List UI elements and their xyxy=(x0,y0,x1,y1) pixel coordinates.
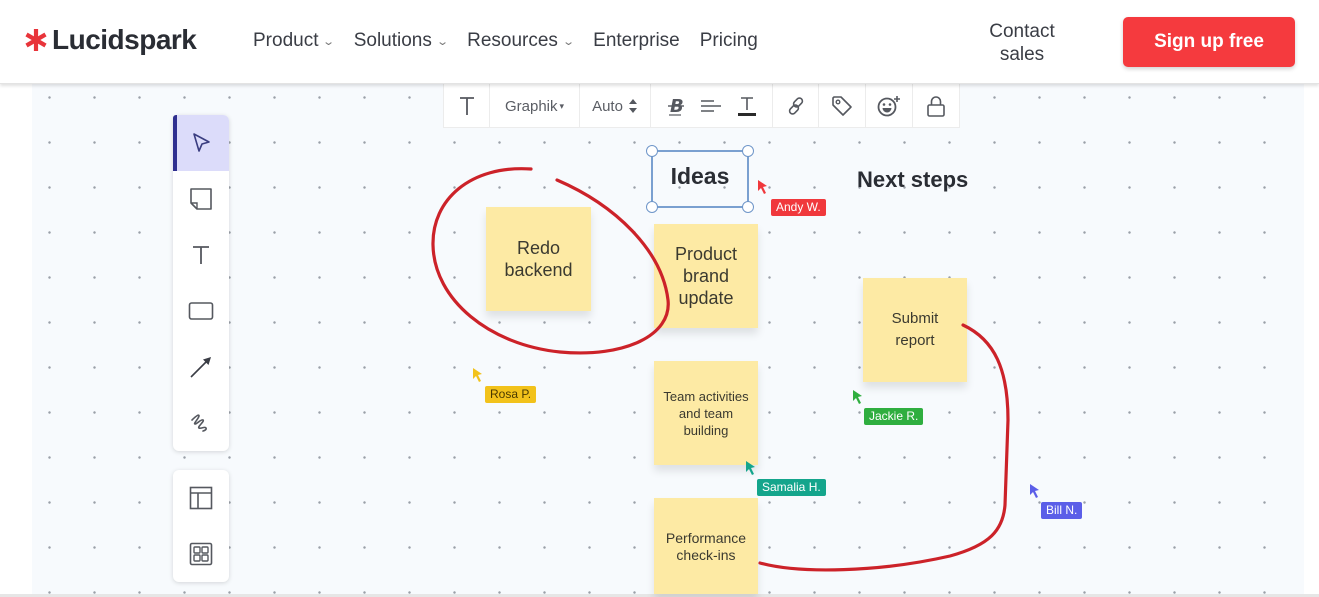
contact-sales-link[interactable]: Contact sales xyxy=(972,20,1072,66)
template-icon xyxy=(189,486,213,510)
chevron-down-icon: ⌄ xyxy=(322,35,336,48)
sticky-note-tool[interactable] xyxy=(173,171,229,227)
main-nav: Product ⌄ Solutions ⌄ Resources ⌄ Enterp… xyxy=(253,30,778,52)
sticky-note[interactable]: Redo backend xyxy=(486,207,591,311)
nav-enterprise[interactable]: Enterprise xyxy=(593,30,680,52)
lock-icon xyxy=(927,96,945,117)
sticky-line: Redo xyxy=(516,238,561,258)
text-icon xyxy=(193,246,209,264)
sticky-line: update xyxy=(678,288,734,308)
link-button[interactable] xyxy=(773,84,819,128)
text-format-group: B xyxy=(651,84,773,128)
lock-button[interactable] xyxy=(913,84,959,128)
format-toolbar: Graphik ▾ Auto B xyxy=(443,84,960,128)
sticky-line: Product xyxy=(674,244,738,264)
text-tool[interactable] xyxy=(173,227,229,283)
nav-pricing[interactable]: Pricing xyxy=(700,30,758,52)
nav-enterprise-label: Enterprise xyxy=(593,30,680,51)
font-dropdown[interactable]: Graphik ▾ xyxy=(490,84,580,128)
contact-sales-line2: sales xyxy=(999,44,1045,65)
link-icon xyxy=(788,97,803,115)
draw-tool[interactable] xyxy=(173,395,229,451)
reaction-button[interactable] xyxy=(866,84,913,128)
nav-resources[interactable]: Resources ⌄ xyxy=(467,30,575,52)
nav-resources-label: Resources xyxy=(467,30,558,51)
asterisk-logo-icon xyxy=(25,29,47,51)
sticky-note[interactable]: Team activities and team building xyxy=(654,361,758,465)
sticky-line: backend xyxy=(504,260,573,280)
emoji-add-icon xyxy=(877,96,900,117)
sticky-note[interactable]: Product brand update xyxy=(654,224,758,328)
resize-handle-top-right[interactable] xyxy=(742,145,754,157)
cursor-arrow-icon xyxy=(758,180,767,194)
text-color-icon[interactable] xyxy=(737,95,757,117)
collaborator-label: Samalia H. xyxy=(757,479,826,496)
sticky-line: Performance xyxy=(665,530,747,546)
tool-panel xyxy=(173,115,229,451)
shape-tool[interactable] xyxy=(173,283,229,339)
sign-up-free-button[interactable]: Sign up free xyxy=(1123,17,1295,67)
collaborator-label: Jackie R. xyxy=(864,408,924,425)
next-steps-heading[interactable]: Next steps xyxy=(857,167,968,193)
stepper-arrows-icon xyxy=(628,99,637,113)
align-icon[interactable] xyxy=(700,98,722,114)
sticky-note-icon xyxy=(190,188,212,210)
frames-tool[interactable] xyxy=(173,526,229,582)
select-tool[interactable] xyxy=(173,115,229,171)
grid-icon xyxy=(189,542,213,566)
text-style-button[interactable] xyxy=(444,84,490,128)
font-name: Graphik xyxy=(504,97,558,115)
arrow-icon xyxy=(190,357,211,378)
sticky-line: and team xyxy=(678,405,734,421)
collaborator-label: Andy W. xyxy=(771,199,826,216)
sticky-note[interactable]: Performance check-ins xyxy=(654,498,758,594)
nav-pricing-label: Pricing xyxy=(699,30,758,51)
brand-logo[interactable]: Lucidspark xyxy=(24,22,197,58)
font-size-value: Auto xyxy=(592,97,623,115)
tag-button[interactable] xyxy=(819,84,866,128)
caret-down-icon: ▾ xyxy=(559,100,565,111)
cursor-arrow-icon xyxy=(1030,484,1039,498)
brand-name: Lucidspark xyxy=(52,24,197,55)
sticky-line: Submit xyxy=(891,310,939,327)
nav-product[interactable]: Product ⌄ xyxy=(253,30,336,52)
contact-sales-line1: Contact xyxy=(989,21,1055,42)
collaborator-label: Rosa P. xyxy=(485,386,537,403)
collaborator-label: Bill N. xyxy=(1041,502,1083,519)
sticky-line: building xyxy=(683,422,729,438)
cursor-arrow-icon xyxy=(853,390,862,404)
ideas-heading[interactable]: Ideas xyxy=(651,163,749,190)
chevron-down-icon: ⌄ xyxy=(436,35,449,48)
freehand-icon xyxy=(191,414,207,432)
sticky-line: brand xyxy=(682,266,730,286)
nav-product-label: Product xyxy=(253,30,319,51)
font-size-stepper[interactable]: Auto xyxy=(580,84,651,128)
resize-handle-bottom-left[interactable] xyxy=(646,201,658,213)
sticky-line: Team activities xyxy=(663,388,749,404)
extras-panel xyxy=(173,470,229,582)
cursor-arrow-icon xyxy=(473,368,482,382)
sticky-note[interactable]: Submit report xyxy=(863,278,967,382)
resize-handle-bottom-right[interactable] xyxy=(742,201,754,213)
chevron-down-icon: ⌄ xyxy=(562,35,575,48)
templates-tool[interactable] xyxy=(173,470,229,526)
cursor-arrow-icon xyxy=(746,461,755,475)
line-tool[interactable] xyxy=(173,339,229,395)
site-header: Lucidspark Product ⌄ Solutions ⌄ Resourc… xyxy=(0,0,1319,84)
sticky-line: report xyxy=(895,332,935,349)
pointer-icon xyxy=(193,133,210,152)
tag-icon xyxy=(832,96,852,116)
nav-solutions-label: Solutions xyxy=(353,30,432,51)
text-icon xyxy=(459,97,474,115)
bold-strikethrough-icon[interactable]: B xyxy=(667,95,685,117)
sticky-line: check-ins xyxy=(676,547,736,563)
rectangle-icon xyxy=(188,302,214,320)
resize-handle-top-left[interactable] xyxy=(646,145,658,157)
nav-solutions[interactable]: Solutions ⌄ xyxy=(353,30,449,52)
